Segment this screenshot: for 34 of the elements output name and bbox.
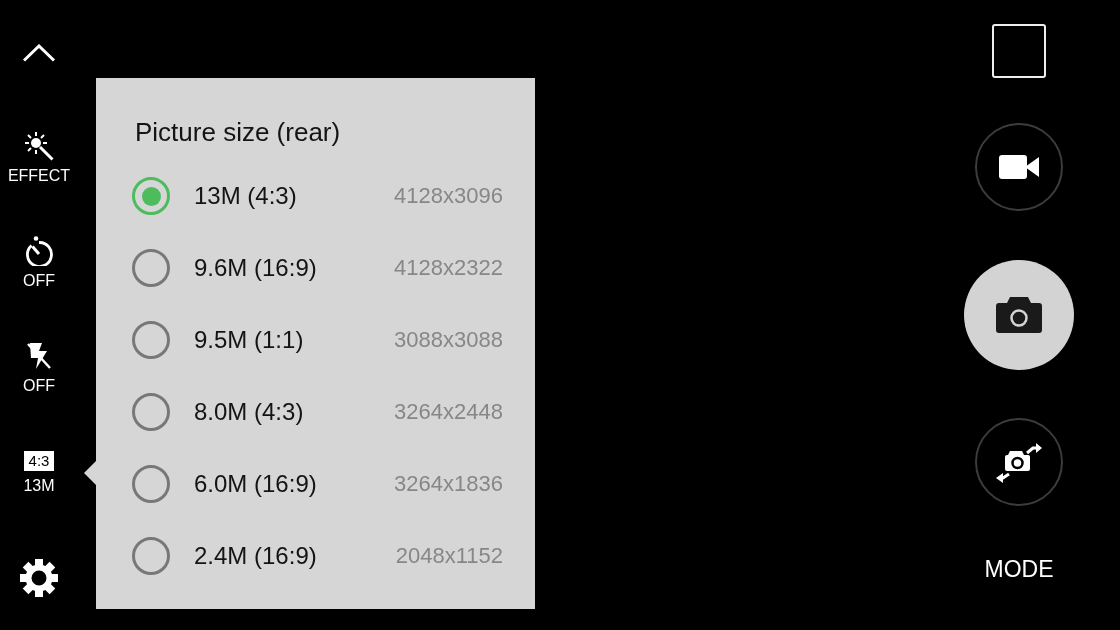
timer-button[interactable]: OFF <box>0 235 78 290</box>
gallery-thumbnail[interactable] <box>992 24 1046 78</box>
resolution-text: 2048x1152 <box>395 542 503 570</box>
resolution-text: 3264x1836 <box>394 470 503 498</box>
picture-size-button[interactable]: 4:3 13M <box>0 450 78 495</box>
resolution-text: 3088x3088 <box>394 326 503 354</box>
radio-button[interactable] <box>132 177 170 215</box>
chevron-up-icon <box>22 43 56 62</box>
video-camera-icon <box>999 155 1039 179</box>
option-label: 8.0M (4:3) <box>194 397 304 427</box>
flash-button[interactable]: OFF <box>0 340 78 395</box>
resolution-text: 4128x3096 <box>394 182 503 210</box>
radio-button[interactable] <box>132 465 170 503</box>
radio-button[interactable] <box>132 537 170 575</box>
option-label: 13M (4:3) <box>194 181 297 211</box>
aspect-ratio-badge: 4:3 <box>23 450 55 471</box>
resolution-text: 3264x2448 <box>394 398 503 426</box>
flash-off-icon <box>26 340 52 371</box>
resolution-text: 4128x2322 <box>394 254 503 282</box>
option-label: 9.5M (1:1) <box>194 325 304 355</box>
radio-button[interactable] <box>132 249 170 287</box>
switch-camera-icon <box>995 441 1043 483</box>
settings-icon <box>19 557 59 598</box>
magic-wand-icon <box>24 130 54 161</box>
option-label: 2.4M (16:9) <box>194 541 317 571</box>
option-label: 6.0M (16:9) <box>194 469 317 499</box>
mode-button[interactable]: MODE <box>984 556 1054 582</box>
radio-button[interactable] <box>132 393 170 431</box>
radio-button[interactable] <box>132 321 170 359</box>
effect-button[interactable]: EFFECT <box>0 130 78 185</box>
option-label: 9.6M (16:9) <box>194 253 317 283</box>
timer-icon <box>24 235 54 266</box>
popup-title: Picture size (rear) <box>135 116 341 148</box>
camera-icon <box>996 297 1042 333</box>
